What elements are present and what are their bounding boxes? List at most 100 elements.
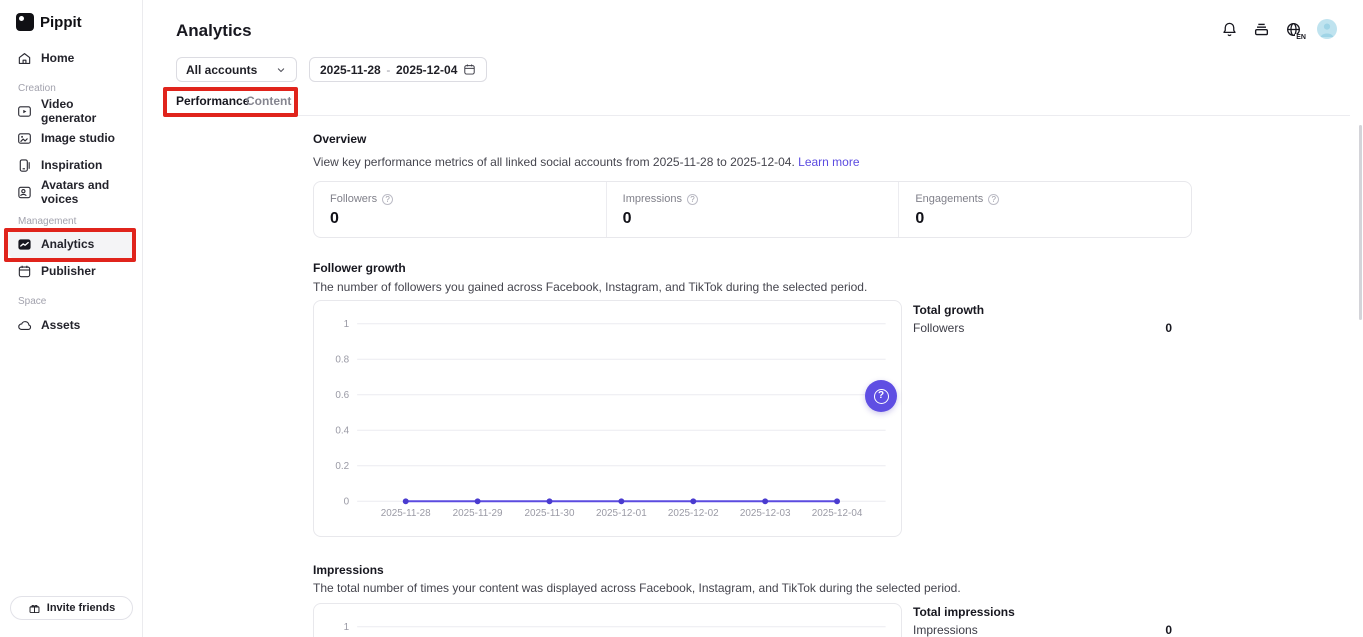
sidebar-item-video-generator[interactable]: Video generator [8,98,135,124]
bell-icon [1221,21,1238,38]
metric-value: 0 [330,210,590,228]
gift-icon [28,602,41,615]
notifications-button[interactable] [1221,21,1238,38]
sidebar-item-inspiration[interactable]: Inspiration [8,152,135,178]
sidebar-item-assets[interactable]: Assets [8,312,135,338]
learn-more-link[interactable]: Learn more [798,155,859,169]
user-avatar[interactable] [1317,19,1337,39]
page-title: Analytics [176,21,252,41]
account-filter-select[interactable]: All accounts [176,57,297,82]
svg-text:0.2: 0.2 [335,461,349,472]
svg-text:2025-11-29: 2025-11-29 [453,508,503,519]
svg-text:2025-11-30: 2025-11-30 [525,508,575,519]
svg-text:0.8: 0.8 [335,354,349,365]
svg-text:0.4: 0.4 [335,425,349,436]
publisher-icon [17,264,32,279]
sidebar-section-management: Management [18,216,76,227]
chevron-down-icon [275,64,287,76]
pippit-logo[interactable]: Pippit [16,13,82,31]
invite-friends-button[interactable]: Invite friends [10,596,133,620]
sidebar-item-label: Image studio [41,131,115,145]
follower-growth-chart: 0 0.2 0.4 0.6 0.8 1 2025-11-28 2025-11-29 2025-1… [314,301,901,536]
overview-heading: Overview [313,132,366,146]
help-fab-button[interactable]: ? [865,380,897,412]
sidebar-item-label: Inspiration [41,158,102,172]
svg-text:1: 1 [344,622,350,633]
svg-text:2025-12-01: 2025-12-01 [596,508,647,519]
svg-text:2025-12-02: 2025-12-02 [668,508,719,519]
account-filter-value: All accounts [186,63,257,77]
image-studio-icon [17,131,32,146]
sidebar-section-creation: Creation [18,83,56,94]
sidebar: Pippit Home Creation Video generator Ima… [0,0,143,637]
sidebar-item-label: Home [41,51,74,65]
analytics-icon [17,237,32,252]
stack-icon [1253,21,1270,38]
summary-row: Impressions 0 [913,623,1172,637]
tab-content[interactable]: Content [246,94,291,108]
help-icon[interactable]: ? [988,194,999,205]
language-button[interactable]: EN [1285,21,1302,38]
summary-label: Impressions [913,623,978,637]
svg-text:0: 0 [344,496,350,507]
sidebar-item-label: Publisher [41,264,96,278]
tab-performance[interactable]: Performance [176,94,249,108]
workspace-button[interactable] [1253,21,1270,38]
sidebar-item-home[interactable]: Home [8,45,135,71]
metric-followers: Followers ? 0 [314,182,606,237]
sidebar-item-label: Analytics [41,237,94,251]
sidebar-item-label: Video generator [41,97,126,125]
impressions-description: The total number of times your content w… [313,581,961,595]
help-icon[interactable]: ? [382,194,393,205]
sidebar-item-label: Avatars and voices [41,178,126,206]
video-generator-icon [17,104,32,119]
pippit-logo-icon [16,13,34,31]
svg-text:2025-12-04: 2025-12-04 [812,508,863,519]
sidebar-item-analytics[interactable]: Analytics [8,229,135,259]
avatar-icon [1317,19,1337,39]
metric-label: Engagements [915,193,983,205]
tabs-divider [176,115,1350,116]
sidebar-item-image-studio[interactable]: Image studio [8,125,135,151]
svg-text:2025-11-28: 2025-11-28 [381,508,431,519]
impressions-summary: Total impressions Impressions 0 [913,605,1172,637]
svg-text:2025-12-03: 2025-12-03 [740,508,791,519]
sidebar-item-publisher[interactable]: Publisher [8,258,135,284]
sidebar-section-space: Space [18,296,46,307]
metric-value: 0 [623,210,883,228]
impressions-heading: Impressions [313,563,384,577]
question-mark-icon: ? [874,389,889,404]
svg-text:1: 1 [344,319,350,330]
date-start-value: 2025-11-28 [320,63,381,77]
summary-value: 0 [1165,623,1172,637]
overview-description: View key performance metrics of all link… [313,155,860,169]
inspiration-icon [17,158,32,173]
pippit-logo-text: Pippit [40,14,82,31]
invite-friends-label: Invite friends [47,602,115,614]
summary-title: Total growth [913,303,1172,317]
impressions-chart-card: 00.20.40.60.812025-11-282025-11-292025-1… [313,603,902,637]
sidebar-item-label: Assets [41,318,80,332]
metric-engagements: Engagements ? 0 [898,182,1191,237]
metric-value: 0 [915,210,1175,228]
summary-row: Followers 0 [913,321,1172,335]
home-icon [17,51,32,66]
summary-value: 0 [1165,321,1172,335]
impressions-chart: 00.20.40.60.812025-11-282025-11-292025-1… [314,604,901,637]
language-badge: EN [1295,34,1306,41]
follower-growth-chart-card: 0 0.2 0.4 0.6 0.8 1 2025-11-28 2025-11-29 2025-1… [313,300,902,537]
svg-text:0.6: 0.6 [335,390,349,401]
date-end-value: 2025-12-04 [396,63,457,77]
help-icon[interactable]: ? [687,194,698,205]
overview-description-text: View key performance metrics of all link… [313,155,795,169]
overview-metrics-card: Followers ? 0 Impressions ? 0 Engagement… [313,181,1192,238]
follower-growth-heading: Follower growth [313,261,406,275]
sidebar-item-avatars-and-voices[interactable]: Avatars and voices [8,179,135,205]
follower-growth-summary: Total growth Followers 0 [913,303,1172,335]
summary-label: Followers [913,321,964,335]
avatars-and-voices-icon [17,185,32,200]
page-scrollbar[interactable] [1359,125,1362,320]
topbar: EN [1221,19,1337,39]
metric-label: Impressions [623,193,682,205]
date-range-picker[interactable]: 2025-11-28 - 2025-12-04 [309,57,487,82]
